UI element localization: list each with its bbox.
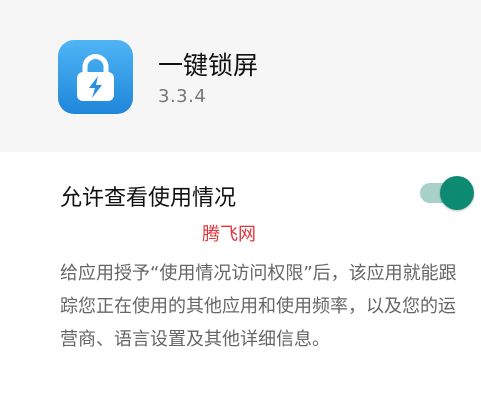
app-version: 3.3.4 [158,86,207,107]
toggle-knob [440,176,474,210]
usage-access-toggle[interactable] [420,176,474,210]
app-name: 一键锁屏 [158,51,259,80]
lock-lightning-icon [58,40,133,114]
setting-title: 允许查看使用情况 [60,186,237,211]
usage-access-setting: 允许查看使用情况 腾飞网 给应用授予“使用情况访问权限”后，该应用就能跟踪您正在… [0,152,481,401]
setting-description: 给应用授予“使用情况访问权限”后，该应用就能跟踪您正在使用的其他应用和使用频率，… [60,263,457,350]
app-info-header: 一键锁屏 3.3.4 [0,0,481,152]
watermark-text: 腾飞网 [202,224,256,245]
